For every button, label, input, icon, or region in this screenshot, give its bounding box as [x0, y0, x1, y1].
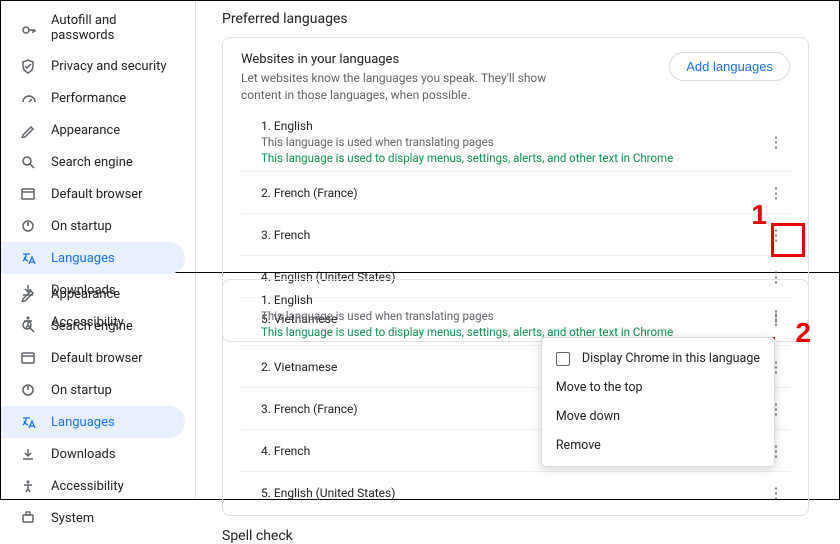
- sidebar-item-label: Search engine: [51, 319, 133, 334]
- sidebar-item-label: Appearance: [51, 123, 120, 138]
- more-options-button[interactable]: ⋮: [762, 479, 790, 507]
- section-heading-spellcheck: Spell check: [222, 528, 809, 544]
- more-options-button[interactable]: ⋮: [762, 221, 790, 249]
- power-icon: [19, 381, 37, 399]
- language-label: 2. French (France): [261, 186, 762, 200]
- section-heading-preferred: Preferred languages: [222, 11, 809, 27]
- system-icon: [19, 509, 37, 527]
- sidebar-item-privacy-and-security[interactable]: Privacy and security: [1, 50, 185, 82]
- key-icon: [19, 19, 37, 37]
- language-ui-note: This language is used to display menus, …: [261, 151, 762, 165]
- search-icon: [19, 153, 37, 171]
- speed-icon: [19, 89, 37, 107]
- more-options-button[interactable]: ⋮: [762, 179, 790, 207]
- sidebar-item-default-browser[interactable]: Default browser: [1, 342, 185, 374]
- menu-item-move-top[interactable]: Move to the top: [542, 373, 774, 402]
- translate-icon: [19, 413, 37, 431]
- sidebar-item-default-browser[interactable]: Default browser: [1, 178, 185, 210]
- language-options-menu: Display Chrome in this language Move to …: [541, 337, 775, 467]
- download-icon: [19, 445, 37, 463]
- sidebar-item-appearance[interactable]: Appearance: [1, 114, 185, 146]
- sidebar-item-performance[interactable]: Performance: [1, 82, 185, 114]
- language-label: 1. English: [261, 119, 762, 133]
- language-translate-note: This language is used when translating p…: [261, 135, 762, 149]
- pen-icon: [19, 121, 37, 139]
- settings-sidebar: Appearance Search engine Default browser On…: [1, 273, 196, 499]
- card-title: Websites in your languages: [241, 52, 581, 67]
- menu-item-display-chrome[interactable]: Display Chrome in this language: [542, 344, 774, 373]
- browser-icon: [19, 185, 37, 203]
- sidebar-item-languages[interactable]: Languages: [1, 406, 185, 438]
- translate-icon: [19, 249, 37, 267]
- sidebar-item-label: Appearance: [51, 287, 120, 302]
- sidebar-item-label: On startup: [51, 383, 112, 398]
- sidebar-item-search-engine[interactable]: Search engine: [1, 310, 185, 342]
- sidebar-item-label: Performance: [51, 91, 126, 106]
- sidebar-item-label: On startup: [51, 219, 112, 234]
- sidebar-item-label: System: [51, 511, 94, 526]
- sidebar-item-label: Default browser: [51, 351, 143, 366]
- power-icon: [19, 217, 37, 235]
- language-row: 1. English This language is used when tra…: [241, 112, 790, 171]
- more-options-button[interactable]: ⋮: [762, 302, 790, 330]
- sidebar-item-label: Languages: [51, 251, 115, 266]
- sidebar-item-on-startup[interactable]: On startup: [1, 374, 185, 406]
- add-languages-button[interactable]: Add languages: [669, 52, 790, 81]
- language-row: 3. French⋮: [241, 213, 790, 255]
- browser-icon: [19, 349, 37, 367]
- menu-item-remove[interactable]: Remove: [542, 431, 774, 460]
- sidebar-item-label: Accessibility: [51, 479, 124, 494]
- sidebar-item-system[interactable]: System: [1, 502, 185, 534]
- sidebar-item-label: Privacy and security: [51, 59, 167, 74]
- sidebar-item-downloads[interactable]: Downloads: [1, 438, 185, 470]
- language-label: 1. English: [261, 293, 762, 307]
- checkbox-icon: [556, 352, 570, 366]
- search-icon: [19, 317, 37, 335]
- sidebar-item-search-engine[interactable]: Search engine: [1, 146, 185, 178]
- card-subtitle: Let websites know the languages you spea…: [241, 70, 581, 104]
- language-translate-note: This language is used when translating p…: [261, 309, 762, 323]
- pen-icon: [19, 285, 37, 303]
- a11y-icon: [19, 477, 37, 495]
- sidebar-item-on-startup[interactable]: On startup: [1, 210, 185, 242]
- sidebar-item-languages[interactable]: Languages: [1, 242, 185, 274]
- language-label: 3. French: [261, 228, 762, 242]
- language-row: 5. English (United States)⋮: [241, 471, 790, 513]
- menu-item-move-down[interactable]: Move down: [542, 402, 774, 431]
- sidebar-item-appearance[interactable]: Appearance: [1, 278, 185, 310]
- shield-icon: [19, 57, 37, 75]
- sidebar-item-label: Languages: [51, 415, 115, 430]
- settings-sidebar: Autofill and passwords Privacy and securi…: [1, 1, 196, 272]
- more-options-button[interactable]: ⋮: [762, 128, 790, 156]
- sidebar-item-label: Autofill and passwords: [51, 13, 171, 43]
- sidebar-item-label: Search engine: [51, 155, 133, 170]
- language-label: 5. English (United States): [261, 486, 762, 500]
- sidebar-item-label: Default browser: [51, 187, 143, 202]
- sidebar-item-accessibility[interactable]: Accessibility: [1, 470, 185, 502]
- sidebar-item-label: Downloads: [51, 447, 116, 462]
- language-row: 2. French (France)⋮: [241, 171, 790, 213]
- sidebar-item-autofill-and-passwords[interactable]: Autofill and passwords: [1, 6, 185, 50]
